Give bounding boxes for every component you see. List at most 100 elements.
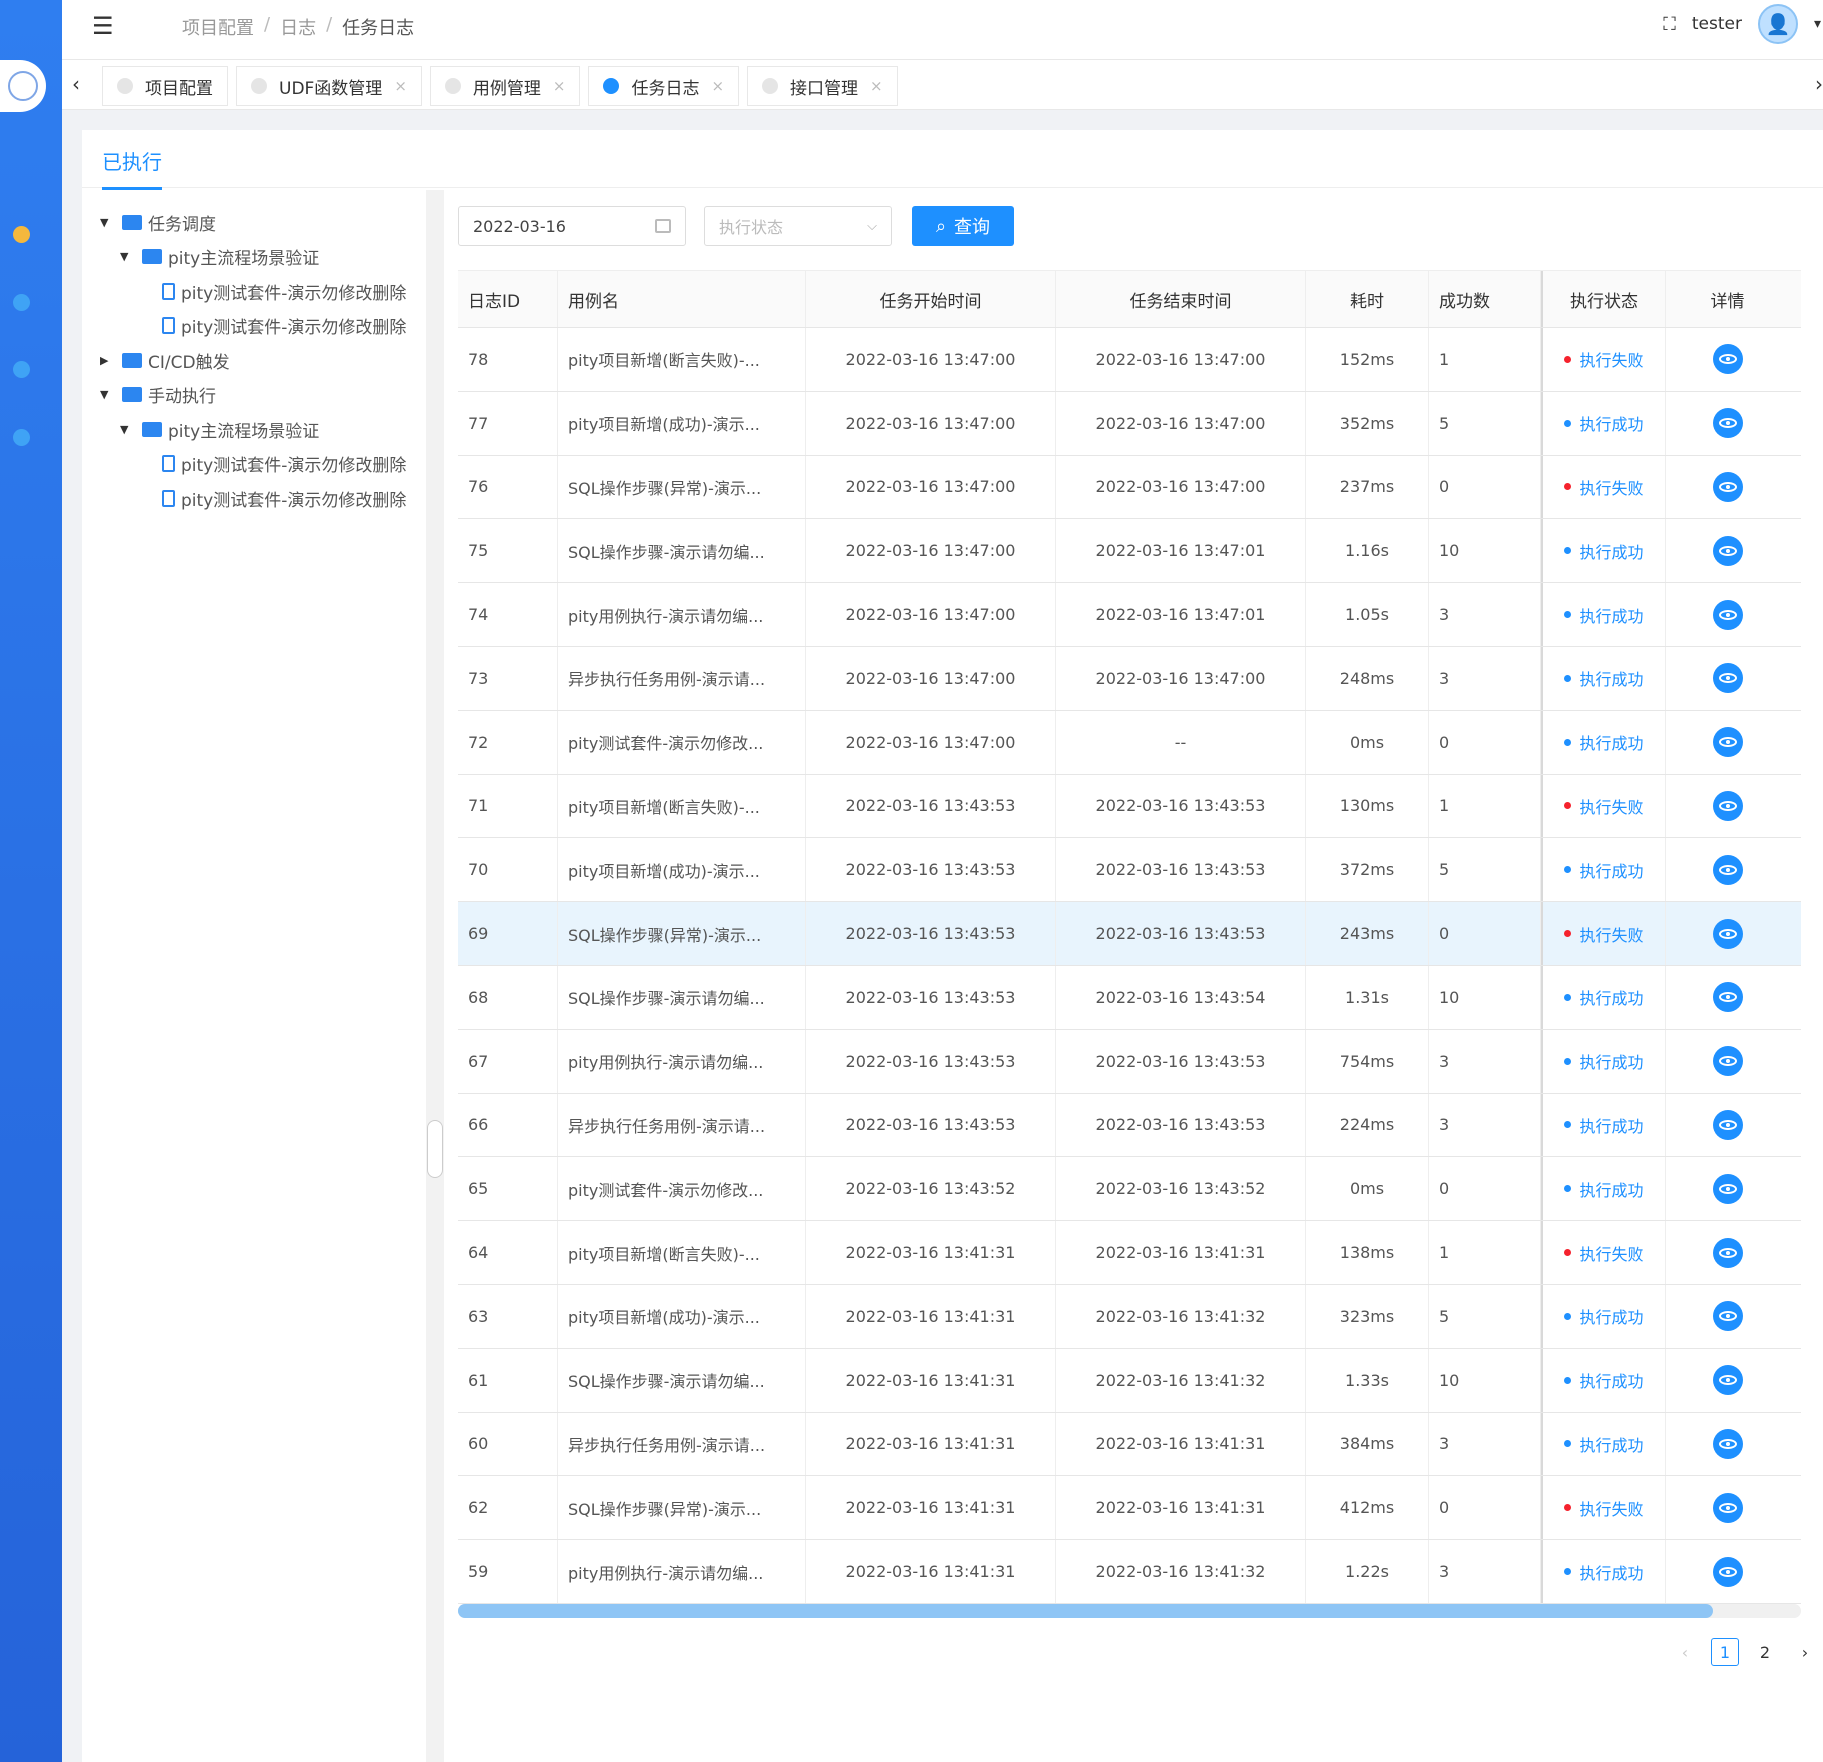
caret-down-icon[interactable]: ▾ [1814, 16, 1821, 32]
eye-icon[interactable] [1712, 790, 1743, 821]
eye-icon[interactable] [1712, 1556, 1743, 1587]
caret-down-icon[interactable]: ▼ [120, 250, 138, 263]
status-text[interactable]: 执行成功 [1579, 1432, 1643, 1456]
table-row[interactable]: 76 SQL操作步骤(异常)-演示... 2022-03-16 13:47:00 20… [458, 455, 1801, 520]
username[interactable]: tester [1692, 14, 1742, 34]
table-row[interactable]: 74 pity用例执行-演示请勿编... 2022-03-16 13:47:00 20… [458, 583, 1801, 647]
eye-icon[interactable] [1712, 1109, 1743, 1140]
fullscreen-icon[interactable]: ⛶ [1663, 14, 1676, 35]
eye-icon[interactable] [1712, 408, 1743, 439]
tree-node[interactable]: ▼ 手动执行 [100, 380, 216, 410]
status-text[interactable]: 执行成功 [1579, 666, 1643, 690]
tab-0[interactable]: 项目配置 [102, 66, 228, 106]
status-text[interactable]: 执行成功 [1579, 603, 1643, 627]
close-icon[interactable]: × [553, 77, 566, 95]
table-row[interactable]: 73 异步执行任务用例-演示请... 2022-03-16 13:47:00 2022… [458, 646, 1801, 711]
page-1[interactable]: 1 [1711, 1638, 1739, 1666]
table-row[interactable]: 61 SQL操作步骤-演示请勿编... 2022-03-16 13:41:31 202… [458, 1348, 1801, 1413]
status-text[interactable]: 执行成功 [1579, 730, 1643, 754]
sidebar-dot-2[interactable] [13, 294, 30, 311]
tree-node[interactable]: pity测试套件-演示勿修改删除 [140, 311, 406, 341]
eye-icon[interactable] [1712, 1428, 1743, 1459]
status-text[interactable]: 执行成功 [1579, 858, 1643, 882]
horizontal-scrollbar[interactable] [458, 1604, 1801, 1618]
status-text[interactable]: 执行成功 [1579, 1177, 1643, 1201]
tab-executed[interactable]: 已执行 [102, 146, 162, 190]
status-text[interactable]: 执行成功 [1579, 1049, 1643, 1073]
eye-icon[interactable] [1712, 1173, 1743, 1204]
caret-down-icon[interactable]: ▼ [100, 216, 118, 229]
app-logo[interactable] [0, 60, 46, 112]
eye-icon[interactable] [1712, 854, 1743, 885]
eye-icon[interactable] [1712, 599, 1743, 630]
status-text[interactable]: 执行失败 [1579, 1496, 1643, 1520]
tab-1[interactable]: UDF函数管理 × [236, 66, 422, 106]
status-select[interactable]: 执行状态 ⌵ [704, 206, 892, 246]
eye-icon[interactable] [1712, 982, 1743, 1013]
table-row[interactable]: 78 pity项目新增(断言失败)-... 2022-03-16 13:47:00 2… [458, 328, 1801, 392]
sidebar-dot-4[interactable] [13, 429, 30, 446]
scrollbar-thumb[interactable] [458, 1604, 1713, 1618]
table-row[interactable]: 59 pity用例执行-演示请勿编... 2022-03-16 13:41:31 20… [458, 1540, 1801, 1604]
table-row[interactable]: 64 pity项目新增(断言失败)-... 2022-03-16 13:41:31 2… [458, 1221, 1801, 1285]
status-text[interactable]: 执行成功 [1579, 985, 1643, 1009]
date-picker[interactable]: 2022-03-16 [458, 206, 686, 246]
table-row[interactable]: 60 异步执行任务用例-演示请... 2022-03-16 13:41:31 2022… [458, 1412, 1801, 1477]
table-row[interactable]: 69 SQL操作步骤(异常)-演示... 2022-03-16 13:43:53 20… [458, 902, 1801, 966]
close-icon[interactable]: × [711, 77, 724, 95]
splitter[interactable] [426, 190, 444, 1762]
sidebar-dot-3[interactable] [13, 361, 30, 378]
status-text[interactable]: 执行失败 [1579, 475, 1643, 499]
table-row[interactable]: 68 SQL操作步骤-演示请勿编... 2022-03-16 13:43:53 202… [458, 965, 1801, 1030]
prev-page-icon[interactable]: ‹ [1671, 1638, 1699, 1666]
next-page-icon[interactable]: › [1791, 1638, 1819, 1666]
close-icon[interactable]: × [394, 77, 407, 95]
table-row[interactable]: 67 pity用例执行-演示请勿编... 2022-03-16 13:43:53 20… [458, 1029, 1801, 1094]
status-text[interactable]: 执行失败 [1579, 794, 1643, 818]
table-row[interactable]: 71 pity项目新增(断言失败)-... 2022-03-16 13:43:53 2… [458, 774, 1801, 839]
page-2[interactable]: 2 [1751, 1638, 1779, 1666]
tab-3[interactable]: 任务日志 × [588, 66, 740, 106]
table-row[interactable]: 65 pity测试套件-演示勿修改... 2022-03-16 13:43:52 20… [458, 1157, 1801, 1222]
status-text[interactable]: 执行成功 [1579, 539, 1643, 563]
tab-scroll-left-icon[interactable]: ‹ [72, 72, 80, 96]
table-row[interactable]: 72 pity测试套件-演示勿修改... 2022-03-16 13:47:00 --… [458, 710, 1801, 775]
eye-icon[interactable] [1712, 1046, 1743, 1077]
breadcrumb-item[interactable]: 日志 [280, 14, 316, 40]
tree-node[interactable]: ▼ 任务调度 [100, 207, 216, 237]
tree-node[interactable]: ▼ pity主流程场景验证 [120, 242, 319, 272]
tab-4[interactable]: 接口管理 × [747, 66, 898, 106]
eye-icon[interactable] [1712, 663, 1743, 694]
status-text[interactable]: 执行失败 [1579, 1241, 1643, 1265]
table-row[interactable]: 63 pity项目新增(成功)-演示... 2022-03-16 13:41:31 2… [458, 1284, 1801, 1349]
table-row[interactable]: 62 SQL操作步骤(异常)-演示... 2022-03-16 13:41:31 20… [458, 1476, 1801, 1541]
eye-icon[interactable] [1712, 1237, 1743, 1268]
close-icon[interactable]: × [870, 77, 883, 95]
status-text[interactable]: 执行失败 [1579, 347, 1643, 371]
eye-icon[interactable] [1712, 727, 1743, 758]
table-row[interactable]: 66 异步执行任务用例-演示请... 2022-03-16 13:43:53 2022… [458, 1093, 1801, 1158]
avatar[interactable]: 👤 [1757, 4, 1798, 44]
table-row[interactable]: 70 pity项目新增(成功)-演示... 2022-03-16 13:43:53 2… [458, 838, 1801, 903]
eye-icon[interactable] [1712, 1301, 1743, 1332]
tree-node[interactable]: pity测试套件-演示勿修改删除 [140, 449, 406, 479]
status-text[interactable]: 执行成功 [1579, 1368, 1643, 1392]
eye-icon[interactable] [1712, 1492, 1743, 1523]
sidebar-dot-1[interactable] [13, 226, 30, 243]
query-button[interactable]: ⌕ 查询 [912, 206, 1014, 246]
tab-scroll-right-icon[interactable]: › [1815, 72, 1823, 96]
status-text[interactable]: 执行成功 [1579, 411, 1643, 435]
tree-node[interactable]: pity测试套件-演示勿修改删除 [140, 483, 406, 513]
tree-node[interactable]: pity测试套件-演示勿修改删除 [140, 276, 406, 306]
caret-down-icon[interactable]: ▼ [100, 388, 118, 401]
eye-icon[interactable] [1712, 918, 1743, 949]
tree-node[interactable]: ▼ pity主流程场景验证 [120, 414, 319, 444]
eye-icon[interactable] [1712, 1365, 1743, 1396]
splitter-handle[interactable] [427, 1120, 443, 1178]
tab-2[interactable]: 用例管理 × [429, 66, 581, 106]
eye-icon[interactable] [1712, 535, 1743, 566]
caret-down-icon[interactable]: ▼ [120, 423, 138, 436]
table-row[interactable]: 75 SQL操作步骤-演示请勿编... 2022-03-16 13:47:00 202… [458, 519, 1801, 584]
status-text[interactable]: 执行成功 [1579, 1113, 1643, 1137]
eye-icon[interactable] [1712, 344, 1743, 375]
